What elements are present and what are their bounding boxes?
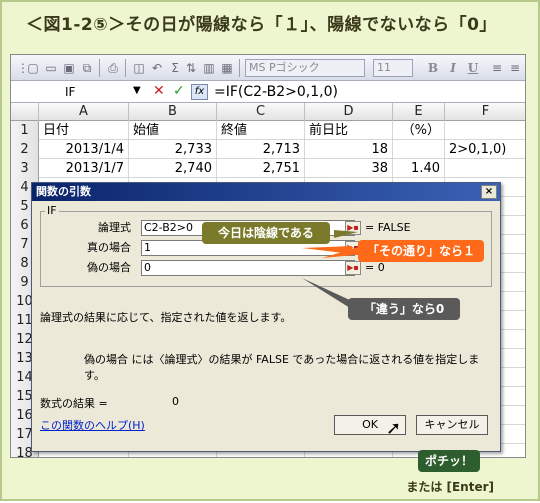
print-icon[interactable]: ⎙ (105, 60, 121, 76)
table-cell[interactable]: 始値 (129, 121, 217, 140)
column-header[interactable]: D (305, 103, 393, 121)
formula-input[interactable]: =IF(C2-B2>0,1,0) (214, 82, 338, 102)
cancel-entry-icon[interactable]: ✕ (153, 83, 165, 99)
copy-icon[interactable]: ⧉ (79, 60, 95, 76)
formula-result-label: 数式の結果 = (40, 397, 108, 410)
confirm-entry-icon[interactable]: ✓ (173, 83, 185, 99)
figure-heading: ＜図1-2⑤＞その日が陽線なら「１」、陽線でないなら「0」 (26, 15, 497, 35)
dialog-title: 関数の引数 (36, 185, 91, 198)
toolbar: ⋮ ▢ ▭ ▣ ⧉ ⎙ ◫ ↶ Σ ⇅ ▥ ▦ MS Pゴシック 11 B I … (11, 55, 525, 81)
function-name-label: IF (45, 204, 59, 217)
row-header[interactable]: 3 (11, 159, 39, 178)
align-center-icon[interactable]: ≡ (507, 60, 523, 76)
column-headers: A B C D E F (11, 103, 525, 121)
function-description: 論理式の結果に応じて、指定された値を返します。 (40, 311, 292, 324)
column-header[interactable]: E (393, 103, 445, 121)
callout-today-bearish: 今日は陰線である (202, 222, 330, 244)
table-row: 1 日付 始値 終値 前日比 （%） (11, 121, 525, 140)
argument-description: 偽の場合 には〈論理式〉の結果が FALSE であった場合に返される値を指定しま… (84, 353, 480, 382)
table-cell[interactable]: （%） (393, 121, 445, 140)
select-all-corner[interactable] (11, 103, 39, 121)
undo-icon[interactable]: ↶ (149, 60, 165, 76)
table-cell[interactable]: 18 (305, 140, 393, 159)
insert-chart-icon[interactable]: ◫ (131, 60, 147, 76)
function-help-link[interactable]: この関数のヘルプ(H) (40, 417, 145, 433)
arg-label: 論理式 (98, 221, 131, 234)
column-header[interactable]: B (129, 103, 217, 121)
table-cell[interactable]: 2,740 (129, 159, 217, 178)
collapse-dialog-icon[interactable]: ▶▪ (345, 221, 361, 235)
italic-button[interactable]: I (445, 60, 461, 76)
name-box[interactable]: IF (13, 83, 149, 101)
callout-click: ポチッ！ (418, 450, 480, 472)
table-row: 2 2013/1/4 2,733 2,713 18 2>0,1,0) (11, 140, 525, 159)
save-icon[interactable]: ▣ (61, 60, 77, 76)
toolbar-divider (99, 59, 100, 77)
table-cell[interactable] (445, 121, 525, 140)
table-cell[interactable]: 2,751 (217, 159, 305, 178)
table-cell[interactable] (445, 159, 525, 178)
mouse-cursor-icon: ➚ (386, 418, 402, 439)
table-cell[interactable]: 終値 (217, 121, 305, 140)
formula-result-value: 0 (172, 395, 179, 408)
name-box-value: IF (65, 85, 76, 99)
close-button[interactable]: × (481, 185, 497, 199)
footer-note: または [Enter] (406, 480, 494, 494)
table-cell[interactable]: 2,713 (217, 140, 305, 159)
arg-label: 真の場合 (87, 241, 131, 254)
underline-button[interactable]: U (465, 60, 481, 76)
drawing-icon[interactable]: ▦ (219, 60, 235, 76)
font-size-dropdown[interactable]: 11 (373, 59, 413, 77)
column-header[interactable]: A (39, 103, 129, 121)
toolbar-divider (239, 59, 240, 77)
table-cell[interactable]: 2>0,1,0) (445, 140, 525, 159)
new-document-icon[interactable]: ▢ (25, 60, 41, 76)
table-cell[interactable]: 38 (305, 159, 393, 178)
cancel-button[interactable]: キャンセル (416, 415, 488, 435)
callout-true-case: 「その通り」なら１ (358, 240, 484, 262)
bold-button[interactable]: B (425, 60, 441, 76)
table-cell[interactable]: 1.40 (393, 159, 445, 178)
table-cell[interactable]: 日付 (39, 121, 129, 140)
arg-result: = 0 (365, 261, 385, 274)
table-cell[interactable]: 2013/1/7 (39, 159, 129, 178)
chart-wizard-icon[interactable]: ▥ (201, 60, 217, 76)
value-if-false-input[interactable]: 0 (141, 260, 355, 276)
table-row: 3 2013/1/7 2,740 2,751 38 1.40 (11, 159, 525, 178)
collapse-dialog-icon[interactable]: ▶▪ (345, 261, 361, 275)
callout-false-case: 「違う」なら0 (348, 298, 460, 320)
figure-frame: ＜図1-2⑤＞その日が陽線なら「１」、陽線でないなら「0」 ⋮ ▢ ▭ ▣ ⧉ … (0, 0, 540, 501)
arg-result: = FALSE (365, 221, 411, 234)
table-cell[interactable]: 2,733 (129, 140, 217, 159)
sum-icon[interactable]: Σ (167, 60, 183, 76)
row-header[interactable]: 1 (11, 121, 39, 140)
open-folder-icon[interactable]: ▭ (43, 60, 59, 76)
formula-bar: IF ▼ ✕ ✓ fx =IF(C2-B2>0,1,0) (11, 81, 525, 103)
column-header[interactable]: C (217, 103, 305, 121)
arg-label: 偽の場合 (87, 261, 131, 274)
name-box-dropdown-icon[interactable]: ▼ (133, 85, 141, 96)
align-left-icon[interactable]: ≡ (489, 60, 505, 76)
table-cell[interactable] (393, 140, 445, 159)
toolbar-divider (125, 59, 126, 77)
table-cell[interactable]: 2013/1/4 (39, 140, 129, 159)
row-header[interactable]: 2 (11, 140, 39, 159)
table-cell[interactable]: 前日比 (305, 121, 393, 140)
font-name-dropdown[interactable]: MS Pゴシック (245, 59, 365, 77)
sort-icon[interactable]: ⇅ (183, 60, 199, 76)
column-header[interactable]: F (445, 103, 525, 121)
insert-function-icon[interactable]: fx (191, 84, 208, 100)
dialog-titlebar: 関数の引数 × (32, 183, 500, 201)
